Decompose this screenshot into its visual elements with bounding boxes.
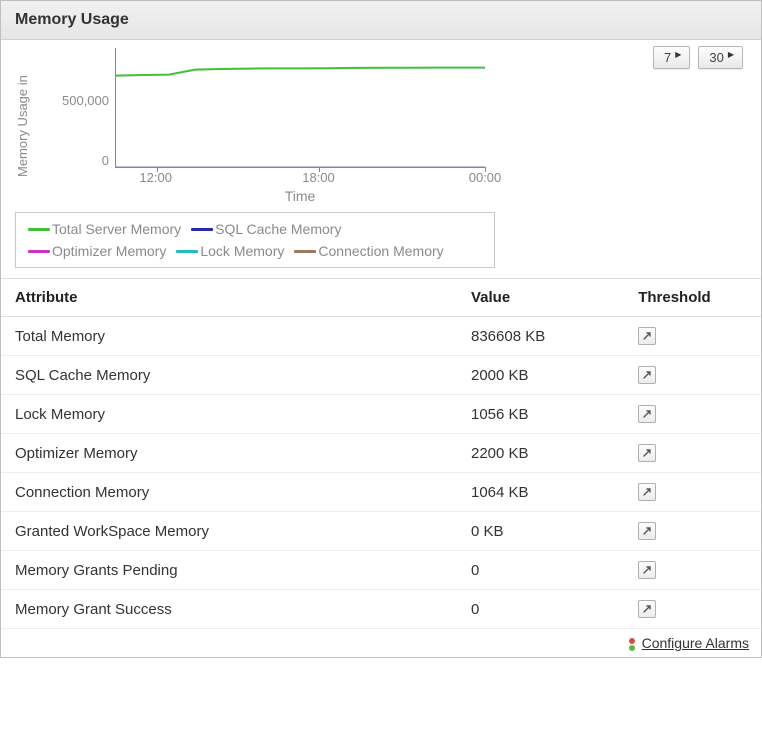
alarm-status-icon [628, 637, 636, 652]
chart-plot [115, 48, 485, 168]
legend-item: SQL Cache Memory [191, 221, 341, 237]
table-row: Memory Grants Pending0 [1, 551, 761, 590]
time-range-buttons: 7 ▶ 30 ▶ [653, 46, 743, 69]
attr-threshold [624, 434, 761, 473]
chart-area: 7 ▶ 30 ▶ Memory Usage in 500,000 0 [1, 40, 761, 278]
legend-swatch [28, 250, 50, 253]
table-row: Optimizer Memory2200 KB [1, 434, 761, 473]
threshold-configure-icon[interactable] [638, 600, 656, 618]
table-row: Lock Memory1056 KB [1, 395, 761, 434]
threshold-configure-icon[interactable] [638, 483, 656, 501]
attributes-table: Attribute Value Threshold Total Memory83… [1, 278, 761, 629]
threshold-configure-icon[interactable] [638, 522, 656, 540]
attr-name: Optimizer Memory [1, 434, 457, 473]
attr-value: 0 [457, 590, 624, 629]
attr-value: 836608 KB [457, 317, 624, 356]
range-7-label: 7 [664, 50, 671, 65]
legend-item: Connection Memory [294, 243, 443, 259]
chart-legend: Total Server Memory SQL Cache Memory Optim… [15, 212, 495, 268]
attr-name: Total Memory [1, 317, 457, 356]
panel-title: Memory Usage [1, 1, 761, 40]
attr-name: Granted WorkSpace Memory [1, 512, 457, 551]
col-attribute: Attribute [1, 279, 457, 317]
range-30-label: 30 [709, 50, 723, 65]
table-row: Granted WorkSpace Memory0 KB [1, 512, 761, 551]
ytick: 0 [102, 153, 109, 168]
attr-value: 1064 KB [457, 473, 624, 512]
threshold-configure-icon[interactable] [638, 405, 656, 423]
ytick: 500,000 [62, 93, 109, 108]
attr-threshold [624, 590, 761, 629]
attr-threshold [624, 356, 761, 395]
xtick: 18:00 [302, 170, 335, 185]
attr-threshold [624, 317, 761, 356]
chevron-right-icon: ▶ [675, 51, 681, 59]
col-value: Value [457, 279, 624, 317]
chevron-right-icon: ▶ [728, 51, 734, 59]
chart-lines [116, 48, 485, 167]
chart-x-ticks: 12:00 18:00 00:00 [115, 168, 485, 186]
table-row: SQL Cache Memory2000 KB [1, 356, 761, 395]
legend-swatch [176, 250, 198, 253]
attr-value: 2200 KB [457, 434, 624, 473]
attr-threshold [624, 395, 761, 434]
table-row: Connection Memory1064 KB [1, 473, 761, 512]
attr-value: 1056 KB [457, 395, 624, 434]
range-7-button[interactable]: 7 ▶ [653, 46, 690, 69]
attr-value: 0 [457, 551, 624, 590]
attr-threshold [624, 551, 761, 590]
threshold-configure-icon[interactable] [638, 366, 656, 384]
chart-series-line [116, 68, 485, 76]
threshold-configure-icon[interactable] [638, 561, 656, 579]
threshold-configure-icon[interactable] [638, 444, 656, 462]
legend-swatch [28, 228, 50, 231]
legend-item: Lock Memory [176, 243, 284, 259]
attr-name: Connection Memory [1, 473, 457, 512]
attr-name: Memory Grants Pending [1, 551, 457, 590]
xtick: 12:00 [139, 170, 172, 185]
legend-label: Optimizer Memory [52, 243, 166, 259]
attr-value: 2000 KB [457, 356, 624, 395]
table-row: Memory Grant Success0 [1, 590, 761, 629]
chart-y-axis-label: Memory Usage in [13, 48, 31, 204]
attr-value: 0 KB [457, 512, 624, 551]
attr-name: SQL Cache Memory [1, 356, 457, 395]
legend-label: Connection Memory [318, 243, 443, 259]
legend-label: Total Server Memory [52, 221, 181, 237]
table-row: Total Memory836608 KB [1, 317, 761, 356]
legend-swatch [191, 228, 213, 231]
chart-y-ticks: 500,000 0 [31, 48, 115, 168]
xtick: 00:00 [469, 170, 502, 185]
legend-item: Optimizer Memory [28, 243, 166, 259]
legend-item: Total Server Memory [28, 221, 181, 237]
attr-name: Memory Grant Success [1, 590, 457, 629]
legend-label: Lock Memory [200, 243, 284, 259]
col-threshold: Threshold [624, 279, 761, 317]
attr-name: Lock Memory [1, 395, 457, 434]
chart-x-axis-label: Time [115, 186, 485, 204]
legend-label: SQL Cache Memory [215, 221, 341, 237]
range-30-button[interactable]: 30 ▶ [698, 46, 743, 69]
memory-usage-panel: Memory Usage 7 ▶ 30 ▶ Memory Usage in [0, 0, 762, 658]
attr-threshold [624, 473, 761, 512]
threshold-configure-icon[interactable] [638, 327, 656, 345]
attr-threshold [624, 512, 761, 551]
configure-alarms-link[interactable]: Configure Alarms [642, 635, 749, 651]
panel-body: 7 ▶ 30 ▶ Memory Usage in 500,000 0 [1, 40, 761, 657]
legend-swatch [294, 250, 316, 253]
panel-footer: Configure Alarms [1, 629, 761, 653]
